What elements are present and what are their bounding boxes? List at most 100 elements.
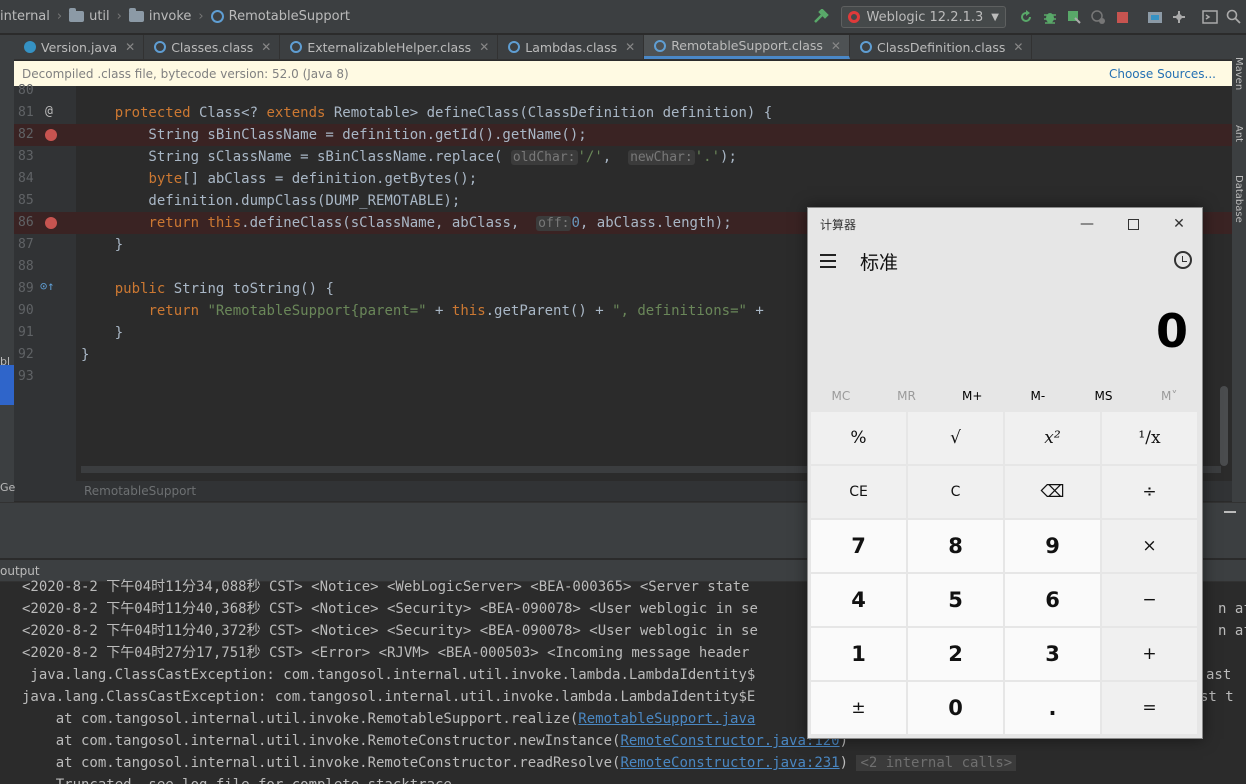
editor-breadcrumb-class[interactable]: RemotableSupport <box>84 484 196 498</box>
parameter-hint: newChar: <box>628 150 695 165</box>
build-hammer-icon[interactable] <box>810 6 832 28</box>
breadcrumb-item-class[interactable]: RemotableSupport <box>229 9 350 24</box>
breakpoint-icon[interactable] <box>45 217 57 229</box>
close-window-button[interactable]: ✕ <box>1156 208 1202 240</box>
tab-label: RemotableSupport.class <box>671 38 823 53</box>
minimize-icon[interactable] <box>1224 511 1236 513</box>
square-button[interactable]: x² <box>1005 412 1100 464</box>
class-file-icon <box>859 41 872 53</box>
reciprocal-button[interactable]: ¹/x <box>1102 412 1197 464</box>
implements-marker-icon[interactable]: @ <box>45 104 53 119</box>
code-text: String sClassName = sBinClassName.replac… <box>81 149 737 165</box>
chevron-down-icon: ▼ <box>991 11 999 23</box>
memory-subtract-button[interactable]: M- <box>1005 384 1071 408</box>
tab-classdefinition-class[interactable]: ClassDefinition.class ✕ <box>850 35 1033 59</box>
memory-row: MC MR M+ M- MS M˅ <box>808 384 1202 408</box>
calculator-mode-title: 标准 <box>860 252 899 274</box>
digit-7-button[interactable]: 7 <box>811 520 906 572</box>
backspace-button[interactable]: ⌫ <box>1005 466 1100 518</box>
memory-store-button[interactable]: MS <box>1071 384 1137 408</box>
console-line: Truncated. see log file for complete sta… <box>22 774 452 784</box>
console-line-tail: ast <box>1206 667 1232 683</box>
tab-classes-class[interactable]: Classes.class ✕ <box>144 35 281 59</box>
close-icon[interactable]: ✕ <box>125 40 135 54</box>
digit-1-button[interactable]: 1 <box>811 628 906 680</box>
minimize-window-button[interactable]: — <box>1064 208 1110 240</box>
tab-lambdas-class[interactable]: Lambdas.class ✕ <box>498 35 645 59</box>
multiply-button[interactable]: × <box>1102 520 1197 572</box>
source-link[interactable]: RemoteConstructor.java:231 <box>620 755 839 771</box>
negate-button[interactable]: ± <box>811 682 906 734</box>
digit-4-button[interactable]: 4 <box>811 574 906 626</box>
digit-3-button[interactable]: 3 <box>1005 628 1100 680</box>
add-button[interactable]: + <box>1102 628 1197 680</box>
coverage-icon[interactable] <box>1063 6 1085 28</box>
console-line-tail: st t <box>1200 689 1234 705</box>
calculator-window[interactable]: 计算器 — ✕ 标准 0 MC MR M+ M- MS M˅ % √ x² ¹/… <box>807 207 1203 739</box>
search-icon[interactable] <box>1223 6 1245 28</box>
console-line: <2020-8-2 下午04时11分40,372秒 CST> <Notice> … <box>22 623 758 639</box>
close-icon[interactable]: ✕ <box>479 40 489 54</box>
memory-list-button[interactable]: M˅ <box>1136 384 1202 408</box>
stack-frame-text: at com.tangosol.internal.util.invoke.Rem… <box>22 711 579 727</box>
decimal-button[interactable]: . <box>1005 682 1100 734</box>
breadcrumb-item-util[interactable]: util <box>89 9 110 24</box>
clear-entry-button[interactable]: CE <box>811 466 906 518</box>
memory-add-button[interactable]: M+ <box>939 384 1005 408</box>
menu-icon[interactable] <box>820 254 836 272</box>
line-number: 84 <box>18 171 34 186</box>
digit-9-button[interactable]: 9 <box>1005 520 1100 572</box>
override-marker-icon[interactable]: ⊙↑ <box>40 279 54 293</box>
digit-2-button[interactable]: 2 <box>908 628 1003 680</box>
breadcrumb-item-invoke[interactable]: invoke <box>149 9 192 24</box>
source-link[interactable]: RemotableSupport.java <box>578 711 755 727</box>
breakpoint-icon[interactable] <box>45 129 57 141</box>
profile-icon[interactable] <box>1087 6 1109 28</box>
percent-button[interactable]: % <box>811 412 906 464</box>
line-number: 85 <box>18 193 34 208</box>
divide-button[interactable]: ÷ <box>1102 466 1197 518</box>
memory-recall-button[interactable]: MR <box>874 384 940 408</box>
database-tool-tab[interactable]: Database <box>1233 175 1244 223</box>
code-text: return this.defineClass(sClassName, abCl… <box>148 215 732 231</box>
stop-icon[interactable] <box>1111 6 1133 28</box>
parameter-hint: oldChar: <box>510 150 578 165</box>
left-strip-cut-label: bl <box>0 355 11 368</box>
internal-calls-fold[interactable]: <2 internal calls> <box>856 755 1017 771</box>
maven-tool-tab[interactable]: Maven <box>1233 57 1244 90</box>
project-structure-icon[interactable] <box>1144 6 1166 28</box>
close-icon[interactable]: ✕ <box>831 39 841 53</box>
line-number: 93 <box>18 369 34 384</box>
close-icon[interactable]: ✕ <box>1013 40 1023 54</box>
code-line: 80 <box>14 80 1232 102</box>
vertical-scrollbar[interactable] <box>1220 386 1228 466</box>
breadcrumb-item-internal[interactable]: internal <box>0 9 50 24</box>
digit-0-button[interactable]: 0 <box>908 682 1003 734</box>
tab-remotablesupport-class[interactable]: RemotableSupport.class ✕ <box>644 35 850 59</box>
history-icon[interactable] <box>1174 251 1192 269</box>
clear-button[interactable]: C <box>908 466 1003 518</box>
tab-externalizablehelper-class[interactable]: ExternalizableHelper.class ✕ <box>280 35 499 59</box>
close-icon[interactable]: ✕ <box>261 40 271 54</box>
close-icon[interactable]: ✕ <box>625 40 635 54</box>
code-line-breakpoint: 82 String sBinClassName = definition.get… <box>14 124 1232 146</box>
digit-5-button[interactable]: 5 <box>908 574 1003 626</box>
rerun-icon[interactable] <box>1015 6 1037 28</box>
calculator-keypad: % √ x² ¹/x CE C ⌫ ÷ 7 8 9 × 4 5 6 − 1 2 … <box>811 412 1201 734</box>
left-cut-label: Ge <box>0 481 16 494</box>
choose-sources-link[interactable]: Choose Sources... <box>1109 67 1216 81</box>
debug-bug-icon[interactable] <box>1039 6 1061 28</box>
tab-version-java[interactable]: Version.java ✕ <box>14 35 145 59</box>
ant-tool-tab[interactable]: Ant <box>1233 125 1244 142</box>
run-configuration-select[interactable]: Weblogic 12.2.1.3 ▼ <box>841 6 1006 28</box>
square-root-button[interactable]: √ <box>908 412 1003 464</box>
subtract-button[interactable]: − <box>1102 574 1197 626</box>
settings-icon[interactable] <box>1168 6 1190 28</box>
tab-label: Lambdas.class <box>525 39 618 55</box>
terminal-icon[interactable] <box>1199 6 1221 28</box>
digit-8-button[interactable]: 8 <box>908 520 1003 572</box>
memory-clear-button[interactable]: MC <box>808 384 874 408</box>
maximize-window-button[interactable] <box>1110 208 1156 240</box>
equals-button[interactable]: = <box>1102 682 1197 734</box>
digit-6-button[interactable]: 6 <box>1005 574 1100 626</box>
